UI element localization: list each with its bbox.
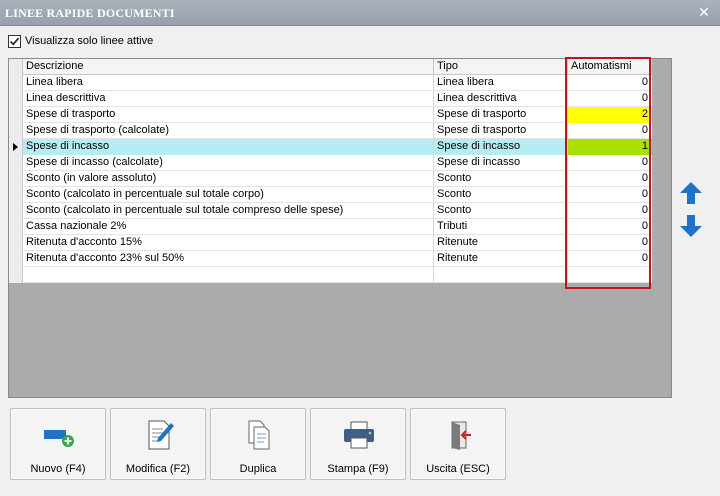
cell-automatismi[interactable]	[568, 267, 652, 283]
window-titlebar: LINEE RAPIDE DOCUMENTI ✕	[0, 0, 720, 26]
row-selector[interactable]	[9, 107, 23, 123]
cell-automatismi[interactable]: 0	[568, 123, 652, 139]
edit-document-icon	[148, 420, 174, 450]
stampa-label: Stampa (F9)	[327, 463, 389, 475]
row-selector[interactable]	[9, 171, 23, 187]
cell-automatismi[interactable]: 0	[568, 91, 652, 107]
table-row[interactable]: Ritenuta d'acconto 15% Ritenute 0	[9, 235, 652, 251]
move-up-button[interactable]	[678, 180, 704, 206]
row-selector[interactable]	[9, 267, 23, 283]
cell-tipo[interactable]: Spese di incasso	[434, 155, 568, 171]
nuovo-label: Nuovo (F4)	[30, 463, 86, 475]
modifica-button[interactable]: Modifica (F2)	[110, 408, 206, 480]
column-header-tipo[interactable]: Tipo	[434, 59, 568, 75]
cell-tipo[interactable]: Linea descrittiva	[434, 91, 568, 107]
cell-automatismi[interactable]: 0	[568, 171, 652, 187]
row-selector[interactable]	[9, 155, 23, 171]
move-down-button[interactable]	[678, 213, 704, 239]
row-selector[interactable]	[9, 203, 23, 219]
column-header-automatismi[interactable]: Automatismi	[568, 59, 652, 75]
column-header-descrizione[interactable]: Descrizione	[23, 59, 434, 75]
cell-descrizione[interactable]: Spese di trasporto (calcolate)	[23, 123, 434, 139]
arrow-up-icon	[680, 182, 702, 204]
cell-automatismi[interactable]: 2	[568, 107, 652, 123]
cell-tipo[interactable]: Tributi	[434, 219, 568, 235]
row-selector[interactable]	[9, 123, 23, 139]
cell-tipo[interactable]: Linea libera	[434, 75, 568, 91]
printer-icon	[344, 421, 374, 449]
cell-descrizione[interactable]: Spese di incasso (calcolate)	[23, 155, 434, 171]
cell-automatismi[interactable]: 0	[568, 235, 652, 251]
checkmark-icon	[9, 37, 20, 46]
cell-automatismi[interactable]: 0	[568, 155, 652, 171]
row-selector[interactable]	[9, 75, 23, 91]
table-row[interactable]: Cassa nazionale 2% Tributi 0	[9, 219, 652, 235]
cell-tipo[interactable]: Sconto	[434, 203, 568, 219]
cell-tipo[interactable]: Ritenute	[434, 235, 568, 251]
cell-descrizione[interactable]: Sconto (calcolato in percentuale sul tot…	[23, 187, 434, 203]
uscita-button[interactable]: Uscita (ESC)	[410, 408, 506, 480]
stampa-button[interactable]: Stampa (F9)	[310, 408, 406, 480]
cell-descrizione[interactable]: Ritenuta d'acconto 23% sul 50%	[23, 251, 434, 267]
table-row[interactable]: Sconto (calcolato in percentuale sul tot…	[9, 203, 652, 219]
cell-automatismi[interactable]: 0	[568, 75, 652, 91]
row-selector[interactable]	[9, 187, 23, 203]
table-row[interactable]: Spese di trasporto Spese di trasporto 2	[9, 107, 652, 123]
cell-descrizione[interactable]	[23, 267, 434, 283]
cell-tipo[interactable]: Spese di trasporto	[434, 107, 568, 123]
active-lines-checkbox[interactable]	[8, 34, 21, 48]
cell-tipo[interactable]	[434, 267, 568, 283]
cell-tipo[interactable]: Ritenute	[434, 251, 568, 267]
row-selector[interactable]	[9, 235, 23, 251]
grid-area[interactable]: Descrizione Tipo Automatismi Linea liber…	[8, 58, 672, 398]
cell-automatismi[interactable]: 0	[568, 203, 652, 219]
exit-door-icon	[451, 421, 471, 450]
window-title: LINEE RAPIDE DOCUMENTI	[5, 6, 175, 20]
table-row[interactable]: Spese di incasso (calcolate) Spese di inc…	[9, 155, 652, 171]
arrow-down-icon	[680, 215, 702, 237]
cell-descrizione[interactable]: Linea libera	[23, 75, 434, 91]
cell-descrizione[interactable]: Ritenuta d'acconto 15%	[23, 235, 434, 251]
cell-descrizione[interactable]: Sconto (in valore assoluto)	[23, 171, 434, 187]
cell-descrizione[interactable]: Cassa nazionale 2%	[23, 219, 434, 235]
table-row[interactable]: Linea descrittiva Linea descrittiva 0	[9, 91, 652, 107]
cell-descrizione[interactable]: Sconto (calcolato in percentuale sul tot…	[23, 203, 434, 219]
cell-automatismi[interactable]: 0	[568, 219, 652, 235]
table-row[interactable]: Sconto (calcolato in percentuale sul tot…	[9, 187, 652, 203]
lines-grid[interactable]: Descrizione Tipo Automatismi Linea liber…	[9, 59, 652, 283]
table-row[interactable]: Linea libera Linea libera 0	[9, 75, 652, 91]
table-row[interactable]: Ritenuta d'acconto 23% sul 50% Ritenute 0	[9, 251, 652, 267]
row-selector[interactable]	[9, 219, 23, 235]
cell-automatismi[interactable]: 1	[568, 139, 652, 155]
table-row[interactable]: Sconto (in valore assoluto) Sconto 0	[9, 171, 652, 187]
grid-header: Descrizione Tipo Automatismi	[9, 59, 652, 75]
table-row[interactable]	[9, 267, 652, 283]
close-icon[interactable]: ✕	[696, 4, 712, 20]
cell-tipo[interactable]: Spese di incasso	[434, 139, 568, 155]
cell-descrizione[interactable]: Spese di trasporto	[23, 107, 434, 123]
cell-descrizione[interactable]: Linea descrittiva	[23, 91, 434, 107]
current-row-indicator-icon	[13, 143, 18, 151]
active-lines-filter[interactable]: Visualizza solo linee attive	[8, 33, 153, 49]
duplicate-icon	[248, 420, 270, 450]
row-selector[interactable]	[9, 139, 23, 155]
cell-tipo[interactable]: Sconto	[434, 171, 568, 187]
uscita-label: Uscita (ESC)	[426, 463, 490, 475]
cell-descrizione[interactable]: Spese di incasso	[23, 139, 434, 155]
table-row[interactable]: Spese di incasso Spese di incasso 1	[9, 139, 652, 155]
row-selector[interactable]	[9, 251, 23, 267]
new-line-icon	[44, 430, 74, 447]
cell-automatismi[interactable]: 0	[568, 251, 652, 267]
duplica-label: Duplica	[239, 463, 277, 475]
table-row[interactable]: Spese di trasporto (calcolate) Spese di t…	[9, 123, 652, 139]
active-lines-label: Visualizza solo linee attive	[25, 35, 154, 47]
modifica-label: Modifica (F2)	[125, 463, 191, 475]
cell-tipo[interactable]: Spese di trasporto	[434, 123, 568, 139]
row-selector[interactable]	[9, 91, 23, 107]
row-selector-header	[9, 59, 23, 75]
nuovo-button[interactable]: Nuovo (F4)	[10, 408, 106, 480]
duplica-button[interactable]: Duplica	[210, 408, 306, 480]
cell-automatismi[interactable]: 0	[568, 187, 652, 203]
cell-tipo[interactable]: Sconto	[434, 187, 568, 203]
